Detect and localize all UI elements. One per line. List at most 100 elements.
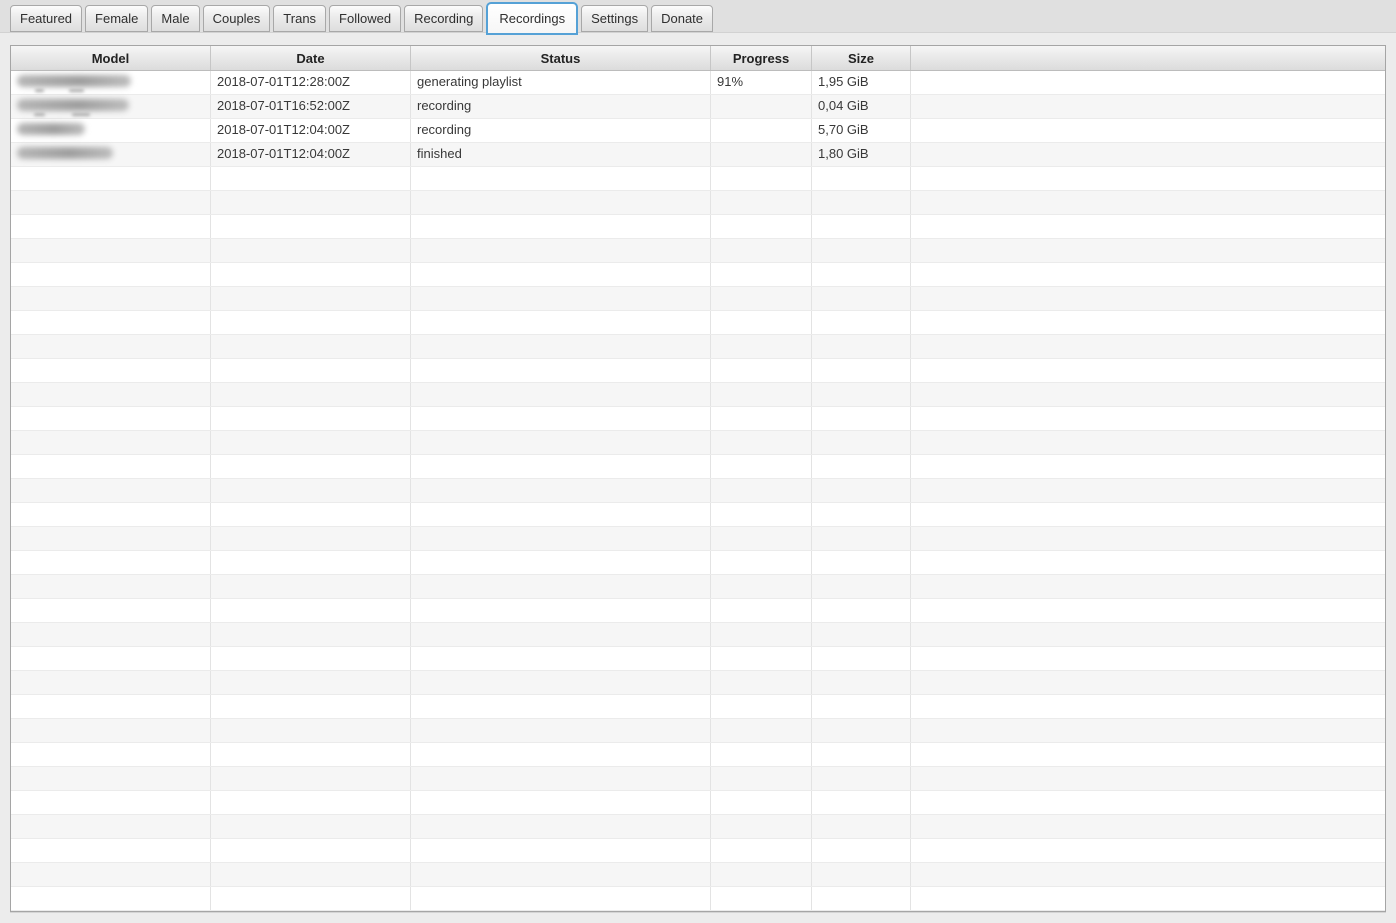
tab-recording[interactable]: Recording — [404, 5, 484, 32]
cell-model — [11, 191, 211, 214]
table-row-empty — [11, 191, 1385, 215]
cell-extra — [911, 479, 1385, 502]
cell-model — [11, 71, 211, 94]
cell-status: recording — [411, 95, 711, 118]
cell-size — [812, 239, 911, 262]
cell-status: generating playlist — [411, 71, 711, 94]
table-row[interactable]: 2018-07-01T12:28:00Z generating playlist 9… — [11, 71, 1385, 95]
cell-date — [211, 551, 411, 574]
table-row-empty — [11, 263, 1385, 287]
cell-status — [411, 719, 711, 742]
table-row-empty — [11, 743, 1385, 767]
cell-size — [812, 719, 911, 742]
table-row-empty — [11, 839, 1385, 863]
cell-extra — [911, 527, 1385, 550]
tab-label: Recordings — [499, 11, 566, 26]
cell-model — [11, 551, 211, 574]
column-header-progress[interactable]: Progress — [711, 46, 812, 70]
table-row-empty — [11, 815, 1385, 839]
cell-size — [812, 383, 911, 406]
cell-progress — [711, 383, 812, 406]
table-row-empty — [11, 431, 1385, 455]
table-row-empty — [11, 527, 1385, 551]
cell-extra — [911, 287, 1385, 310]
redacted-model-name — [17, 123, 210, 135]
cell-size: 1,95 GiB — [812, 71, 911, 94]
table-row[interactable]: 2018-07-01T12:04:00Z recording 5,70 GiB — [11, 119, 1385, 143]
cell-model — [11, 815, 211, 838]
cell-size — [812, 311, 911, 334]
cell-size — [812, 863, 911, 886]
cell-progress — [711, 143, 812, 166]
cell-date — [211, 503, 411, 526]
cell-date — [211, 767, 411, 790]
cell-date — [211, 191, 411, 214]
cell-model — [11, 263, 211, 286]
table-row[interactable]: 2018-07-01T12:04:00Z finished 1,80 GiB — [11, 143, 1385, 167]
tab-label: Female — [95, 11, 139, 26]
tab-couples[interactable]: Couples — [202, 5, 271, 32]
tab-donate[interactable]: Donate — [651, 5, 714, 32]
cell-extra — [911, 119, 1385, 142]
cell-size — [812, 455, 911, 478]
cell-extra — [911, 167, 1385, 190]
cell-progress — [711, 167, 812, 190]
cell-status — [411, 695, 711, 718]
column-header-date[interactable]: Date — [211, 46, 411, 70]
table-row-empty — [11, 695, 1385, 719]
cell-date — [211, 527, 411, 550]
table-row-empty — [11, 479, 1385, 503]
column-header-model[interactable]: Model — [11, 46, 211, 70]
redacted-model-name — [17, 147, 210, 159]
cell-date — [211, 383, 411, 406]
cell-date — [211, 623, 411, 646]
cell-model — [11, 623, 211, 646]
cell-progress — [711, 479, 812, 502]
tab-label: Featured — [20, 11, 73, 26]
tab-female[interactable]: Female — [85, 5, 149, 32]
content-area: Model Date Status Progress Size 2018-07-01T1… — [0, 33, 1396, 912]
cell-extra — [911, 743, 1385, 766]
cell-progress — [711, 431, 812, 454]
cell-model — [11, 239, 211, 262]
column-header-extra[interactable] — [911, 46, 1385, 70]
cell-date — [211, 431, 411, 454]
cell-status — [411, 647, 711, 670]
table-row-empty — [11, 719, 1385, 743]
cell-date — [211, 167, 411, 190]
cell-status — [411, 167, 711, 190]
table-row-empty — [11, 287, 1385, 311]
cell-date — [211, 479, 411, 502]
tab-male[interactable]: Male — [151, 5, 200, 32]
cell-status — [411, 863, 711, 886]
column-header-status[interactable]: Status — [411, 46, 711, 70]
cell-date — [211, 647, 411, 670]
cell-status — [411, 287, 711, 310]
cell-model — [11, 839, 211, 862]
tab-featured[interactable]: Featured — [10, 5, 83, 32]
cell-extra — [911, 239, 1385, 262]
cell-size — [812, 167, 911, 190]
cell-model — [11, 287, 211, 310]
tab-followed[interactable]: Followed — [329, 5, 402, 32]
cell-date — [211, 311, 411, 334]
tab-recordings[interactable]: Recordings — [486, 2, 579, 35]
column-header-size[interactable]: Size — [812, 46, 911, 70]
cell-progress — [711, 863, 812, 886]
cell-model — [11, 455, 211, 478]
tab-settings[interactable]: Settings — [581, 5, 649, 32]
table-row-empty — [11, 887, 1385, 911]
cell-extra — [911, 71, 1385, 94]
table-row-empty — [11, 575, 1385, 599]
table-row-empty — [11, 167, 1385, 191]
cell-extra — [911, 311, 1385, 334]
table-row[interactable]: 2018-07-01T16:52:00Z recording 0,04 GiB — [11, 95, 1385, 119]
cell-size — [812, 743, 911, 766]
tab-trans[interactable]: Trans — [273, 5, 327, 32]
cell-status — [411, 311, 711, 334]
cell-size — [812, 791, 911, 814]
table-row-empty — [11, 791, 1385, 815]
tab-bar: Featured Female Male Couples Trans Follo… — [0, 0, 1396, 35]
cell-status — [411, 191, 711, 214]
table-row-empty — [11, 551, 1385, 575]
